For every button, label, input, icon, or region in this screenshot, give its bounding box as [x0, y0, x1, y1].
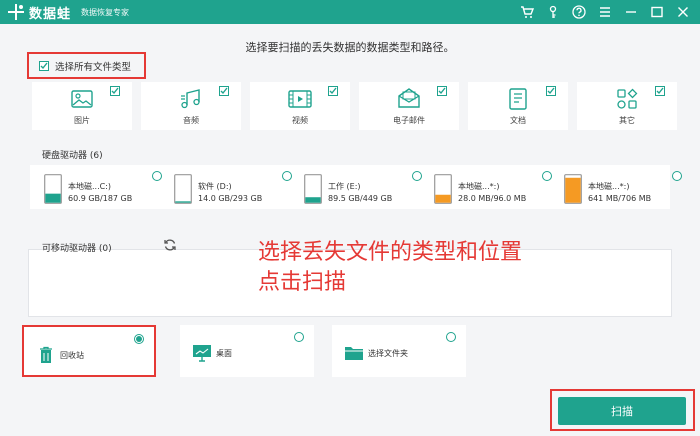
close-icon: [678, 7, 688, 17]
minimize-button[interactable]: [622, 3, 640, 21]
file-type-video[interactable]: 视频: [250, 82, 350, 130]
location-radio[interactable]: [294, 332, 304, 342]
select-all-label: 选择所有文件类型: [55, 61, 132, 73]
checkbox-checked-icon: [219, 86, 229, 96]
menu-icon: [600, 7, 610, 17]
disk-item[interactable]: 工作 (E:) 89.5 GB/449 GB: [302, 171, 422, 207]
checkbox-checked-icon: [39, 60, 49, 71]
disk-size: 89.5 GB/449 GB: [328, 194, 393, 203]
location-label: 回收站: [60, 351, 84, 360]
app-name: 数据蛙: [29, 6, 72, 22]
music-icon: [178, 86, 204, 112]
key-button[interactable]: [544, 3, 562, 21]
refresh-icon[interactable]: [163, 238, 177, 252]
folder-icon: [345, 347, 363, 360]
location-desktop[interactable]: 桌面: [180, 325, 314, 377]
disk-radio[interactable]: [412, 171, 422, 181]
location-label: 选择文件夹: [368, 349, 408, 358]
menu-button[interactable]: [596, 3, 614, 21]
removable-drive-title: 可移动驱动器 (0): [42, 244, 112, 254]
file-type-other[interactable]: 其它: [577, 82, 677, 130]
file-type-label: 音频: [183, 116, 199, 125]
checkbox-checked-icon: [655, 86, 665, 96]
minimize-icon: [626, 11, 636, 13]
checkbox-checked-icon: [437, 86, 447, 96]
disk-item[interactable]: 本地磁...*:) 28.0 MB/96.0 MB: [432, 171, 552, 207]
instruction-overlay: 选择丢失文件的类型和位置 点击扫描: [258, 238, 522, 298]
disk-radio[interactable]: [672, 171, 682, 181]
scan-button[interactable]: 扫描: [558, 397, 686, 425]
help-icon: [572, 5, 586, 19]
title-bar: 数据蛙 数据恢复专家: [0, 0, 700, 24]
location-label: 桌面: [216, 349, 232, 358]
location-radio[interactable]: [446, 332, 456, 342]
disk-name: 本地磁...*:): [588, 182, 630, 191]
email-icon: [396, 86, 422, 112]
disk-item[interactable]: 软件 (D:) 14.0 GB/293 GB: [172, 171, 292, 207]
disk-size: 14.0 GB/293 GB: [198, 194, 263, 203]
cart-button[interactable]: [518, 3, 536, 21]
document-icon: [505, 86, 531, 112]
drive-icon: [304, 174, 322, 204]
select-all-checkbox[interactable]: 选择所有文件类型: [27, 52, 146, 79]
key-icon: [549, 5, 557, 18]
location-radio[interactable]: [134, 334, 144, 344]
help-button[interactable]: [570, 3, 588, 21]
disk-radio[interactable]: [282, 171, 292, 181]
disk-name: 本地磁...*:): [458, 182, 500, 191]
app-logo: 数据蛙 数据恢复专家: [6, 2, 129, 22]
drive-icon: [564, 174, 582, 204]
file-type-list: 图片 音频 视频 电子邮件 文档 其它: [32, 82, 677, 130]
file-type-email[interactable]: 电子邮件: [359, 82, 459, 130]
instruction-line-1: 选择丢失文件的类型和位置: [258, 240, 523, 265]
image-icon: [69, 86, 95, 112]
checkbox-checked-icon: [546, 86, 556, 96]
disk-item[interactable]: 本地磁...*:) 641 MB/706 MB: [562, 171, 682, 207]
disk-name: 本地磁...C:): [68, 182, 112, 191]
disk-radio[interactable]: [152, 171, 162, 181]
disk-size: 60.9 GB/187 GB: [68, 194, 133, 203]
checkbox-checked-icon: [110, 86, 120, 96]
maximize-button[interactable]: [648, 3, 666, 21]
disk-size: 28.0 MB/96.0 MB: [458, 194, 527, 203]
file-type-label: 视频: [292, 116, 308, 125]
disk-item[interactable]: 本地磁...C:) 60.9 GB/187 GB: [42, 171, 162, 207]
drive-icon: [434, 174, 452, 204]
disk-size: 641 MB/706 MB: [588, 194, 652, 203]
drive-icon: [44, 174, 62, 204]
app-subtitle: 数据恢复专家: [81, 7, 130, 17]
cart-icon: [521, 6, 534, 18]
hard-drive-section: 硬盘驱动器 (6) 本地磁...C:) 60.9 GB/187 GB 软件 (D…: [28, 143, 682, 213]
hard-drive-title: 硬盘驱动器 (6): [42, 151, 103, 161]
disk-radio[interactable]: [542, 171, 552, 181]
maximize-icon: [651, 6, 663, 18]
video-icon: [287, 86, 313, 112]
file-type-audio[interactable]: 音频: [141, 82, 241, 130]
close-button[interactable]: [674, 3, 692, 21]
desktop-icon: [193, 345, 211, 362]
file-type-label: 文档: [510, 116, 526, 125]
frog-logo-icon: [8, 4, 24, 20]
file-type-document[interactable]: 文档: [468, 82, 568, 130]
instruction-line-2: 点击扫描: [258, 270, 347, 295]
checkbox-checked-icon: [328, 86, 338, 96]
disk-name: 软件 (D:): [198, 182, 232, 191]
trash-icon: [40, 346, 52, 363]
drive-icon: [174, 174, 192, 204]
file-type-label: 图片: [74, 116, 90, 125]
location-select-folder[interactable]: 选择文件夹: [332, 325, 466, 377]
other-icon: [614, 86, 640, 112]
disk-name: 工作 (E:): [328, 182, 361, 191]
scan-button-highlight: 扫描: [550, 389, 695, 431]
file-type-image[interactable]: 图片: [32, 82, 132, 130]
location-recycle-bin[interactable]: 回收站: [22, 325, 156, 377]
file-type-label: 电子邮件: [393, 116, 425, 125]
file-type-label: 其它: [619, 116, 635, 125]
